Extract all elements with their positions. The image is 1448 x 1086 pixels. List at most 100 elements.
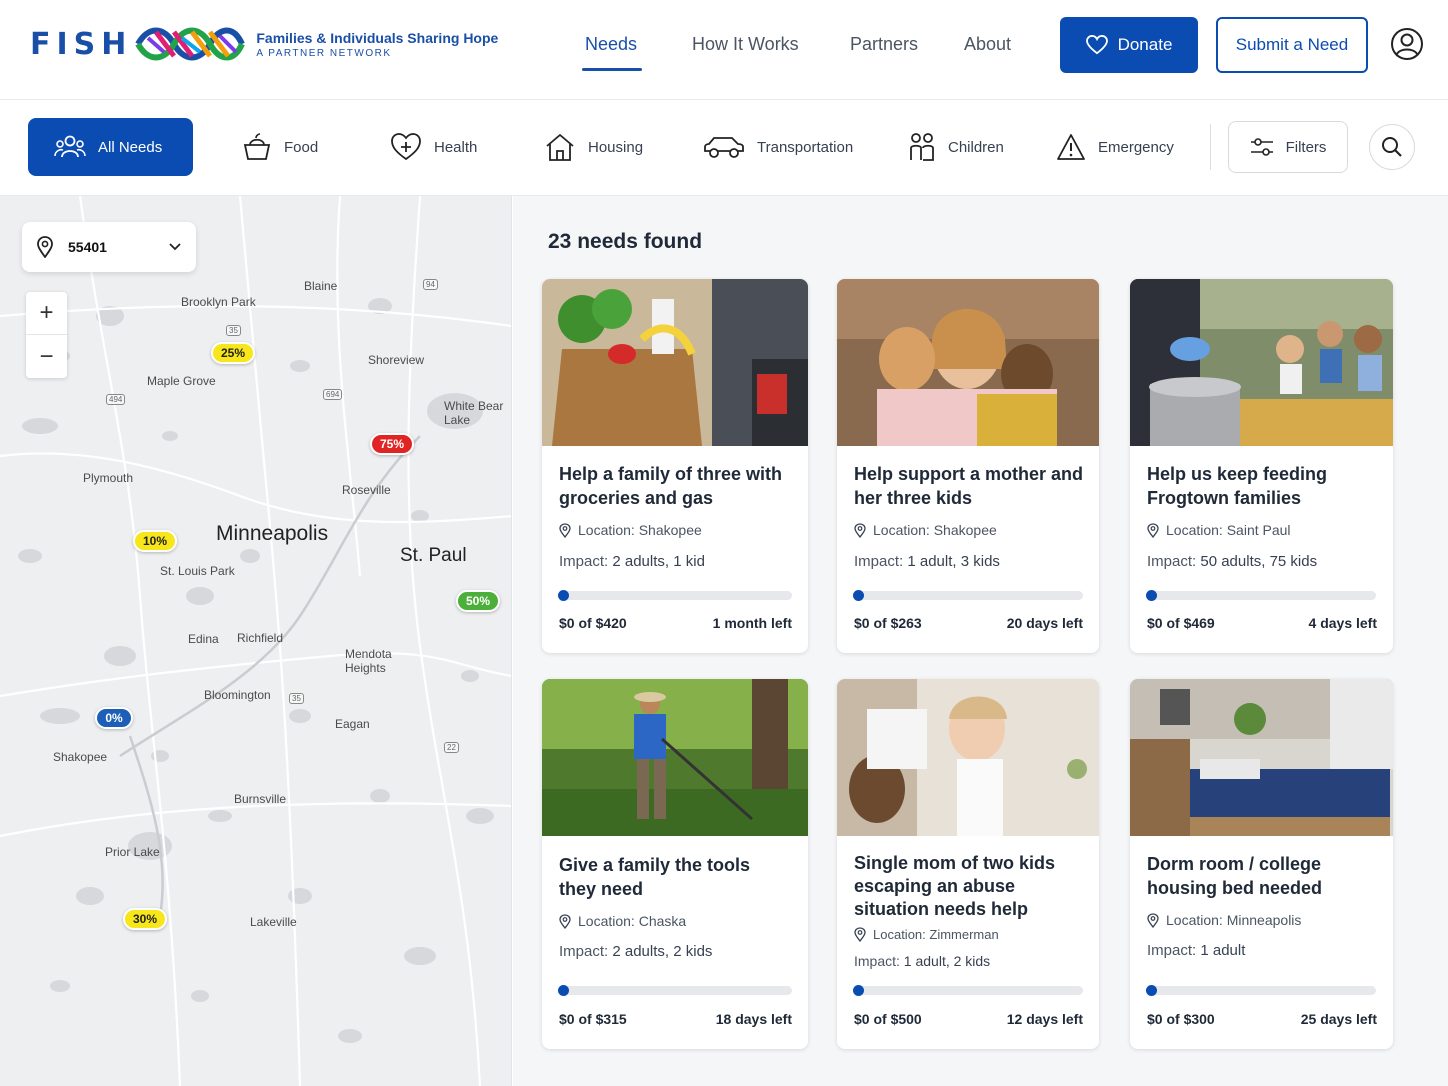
need-title[interactable]: Help a family of three with groceries an…	[559, 462, 791, 510]
need-card[interactable]: Single mom of two kids escaping an abuse…	[837, 679, 1099, 1049]
car-icon	[704, 137, 744, 158]
need-image-groceries	[542, 279, 808, 446]
category-label: Emergency	[1098, 138, 1174, 156]
filters-button[interactable]: Filters	[1228, 121, 1348, 173]
location-pin-icon	[559, 913, 571, 929]
category-health[interactable]: Health	[390, 118, 477, 176]
need-title[interactable]: Single mom of two kids escaping an abuse…	[854, 852, 1086, 921]
need-image-dorm-bed	[1130, 679, 1393, 836]
impact-label: Impact:	[559, 943, 609, 960]
donate-button[interactable]: Donate	[1060, 17, 1198, 73]
category-label: Transportation	[757, 138, 854, 156]
map-label-richfield: Richfield	[237, 631, 284, 645]
need-card[interactable]: Help support a mother and her three kids…	[837, 279, 1099, 653]
need-title[interactable]: Dorm room / college housing bed needed	[1147, 852, 1379, 900]
need-location-text: Location: Zimmerman	[873, 927, 999, 942]
nav-needs[interactable]: Needs	[585, 34, 637, 55]
map-label-maple-grove: Maple Grove	[147, 374, 216, 388]
warning-icon	[1057, 134, 1085, 160]
nav-about[interactable]: About	[964, 34, 1011, 55]
need-image-mother-kids	[837, 279, 1099, 446]
category-label: Food	[284, 138, 319, 156]
results-count: 23 needs found	[548, 230, 703, 253]
need-impact: Impact: 50 adults, 75 kids	[1147, 553, 1317, 570]
need-location: Location: Zimmerman	[854, 927, 999, 942]
people-icon	[54, 135, 86, 158]
location-pin-icon	[854, 522, 866, 538]
map-label-prior-lake: Prior Lake	[105, 845, 160, 859]
zip-code-select[interactable]: 55401	[22, 222, 196, 272]
map-marker[interactable]: 10%	[133, 530, 178, 552]
filters-label: Filters	[1285, 138, 1327, 156]
need-title[interactable]: Help us keep feeding Frogtown families	[1147, 462, 1379, 510]
fish-logo[interactable]: FISH Families & Individuals Sharing Hope…	[30, 18, 498, 70]
logo-subtitle: A PARTNER NETWORK	[256, 47, 392, 59]
map-marker[interactable]: 25%	[211, 342, 256, 364]
category-food[interactable]: Food	[242, 118, 318, 176]
category-emergency[interactable]: Emergency	[1056, 118, 1174, 176]
category-label: All Needs	[98, 138, 163, 156]
need-card[interactable]: Dorm room / college housing bed needed L…	[1130, 679, 1393, 1049]
zip-code-value: 55401	[68, 239, 107, 255]
map-marker[interactable]: 30%	[123, 908, 168, 930]
heart-icon	[1085, 35, 1108, 55]
highway-shield: 694	[323, 389, 343, 400]
logo-title: Families & Individuals Sharing Hope	[256, 29, 499, 46]
progress-indicator	[1146, 590, 1157, 601]
need-location: Location: Saint Paul	[1147, 522, 1291, 538]
category-label: Children	[948, 138, 1004, 156]
category-bar: All Needs Food Health Housing Transporta…	[0, 100, 1448, 196]
need-time-left: 25 days left	[1300, 1011, 1377, 1027]
need-time-left: 12 days left	[1006, 1011, 1083, 1027]
search-button[interactable]	[1369, 124, 1415, 170]
category-housing[interactable]: Housing	[544, 118, 643, 176]
map-label-blaine: Blaine	[304, 279, 338, 293]
need-location-text: Location: Chaska	[578, 913, 687, 929]
need-card[interactable]: Give a family the tools they need Locati…	[542, 679, 808, 1049]
need-impact: Impact: 1 adult, 2 kids	[854, 953, 990, 969]
map-marker[interactable]: 75%	[370, 433, 415, 455]
impact-value: 1 adult	[1200, 942, 1246, 959]
progress-indicator	[853, 590, 864, 601]
map-label-burnsville: Burnsville	[234, 792, 287, 806]
need-card[interactable]: Help us keep feeding Frogtown families L…	[1130, 279, 1393, 653]
impact-label: Impact:	[1147, 942, 1197, 959]
map-label-lakeville: Lakeville	[250, 915, 297, 929]
impact-label: Impact:	[854, 953, 900, 969]
zoom-out-button[interactable]: −	[26, 335, 67, 378]
location-pin-icon	[559, 522, 571, 538]
account-icon[interactable]	[1390, 27, 1424, 61]
nav-how-it-works[interactable]: How It Works	[692, 34, 799, 55]
need-amount: $0 of $263	[854, 615, 922, 631]
need-amount: $0 of $420	[559, 615, 627, 631]
category-label: Housing	[588, 138, 644, 156]
need-amount: $0 of $315	[559, 1011, 627, 1027]
chevron-down-icon	[169, 243, 181, 251]
category-transportation[interactable]: Transportation	[703, 118, 853, 176]
category-all-needs[interactable]: All Needs	[28, 118, 193, 176]
submit-need-button[interactable]: Submit a Need	[1216, 17, 1368, 73]
zoom-in-button[interactable]: +	[26, 292, 67, 335]
category-divider	[1210, 124, 1211, 170]
need-card[interactable]: Help a family of three with groceries an…	[542, 279, 808, 653]
need-location: Location: Chaska	[559, 913, 686, 929]
progress-indicator	[853, 985, 864, 996]
category-children[interactable]: Children	[908, 118, 1004, 176]
need-time-left: 4 days left	[1308, 615, 1377, 631]
heart-plus-icon	[391, 133, 421, 161]
map-marker[interactable]: 50%	[456, 590, 501, 612]
highway-shield: 94	[423, 279, 438, 290]
highway-shield: 35	[289, 693, 304, 704]
location-pin-icon	[37, 236, 53, 258]
map-marker[interactable]: 0%	[95, 707, 133, 729]
progress-indicator	[558, 590, 569, 601]
map-label-white-bear-lake: White Bear Lake	[444, 399, 504, 427]
needs-map[interactable]: 55401 + − Blaine Brooklyn Park Shoreview…	[0, 196, 512, 1086]
donate-label: Donate	[1117, 35, 1173, 54]
need-location-text: Location: Shakopee	[578, 522, 702, 538]
location-pin-icon	[854, 927, 866, 942]
impact-label: Impact:	[854, 553, 904, 570]
need-title[interactable]: Give a family the tools they need	[559, 853, 791, 901]
nav-partners[interactable]: Partners	[850, 34, 918, 55]
need-title[interactable]: Help support a mother and her three kids	[854, 462, 1086, 510]
